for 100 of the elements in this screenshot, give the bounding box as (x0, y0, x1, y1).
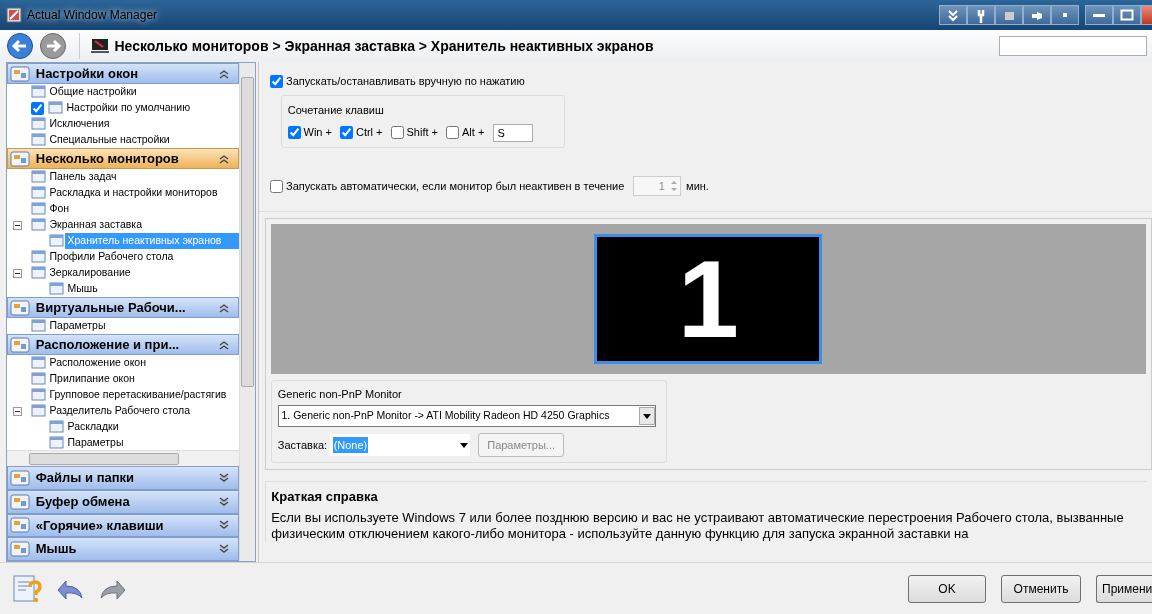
window-icon (30, 388, 47, 402)
monitor-dropdown[interactable]: 1. Generic non-PnP Monitor -> ATI Mobility Radeon HD 4250 Graphics (277, 405, 656, 428)
collapse-icon[interactable] (12, 268, 22, 278)
back-button[interactable] (5, 32, 34, 60)
group-legend: Generic non-PnP Monitor (277, 386, 661, 403)
tree-item[interactable]: Общие настройки (46, 84, 239, 100)
tree-item[interactable]: Раскладки (64, 419, 239, 435)
modifier-checkbox[interactable] (340, 126, 354, 139)
window-icon (47, 101, 64, 115)
window-icon (48, 420, 65, 434)
manual-checkbox[interactable] (270, 74, 284, 88)
dot-icon-button[interactable] (1051, 5, 1079, 25)
modifier-checkbox[interactable] (390, 126, 404, 139)
window-icon (30, 372, 47, 386)
tree-item[interactable]: Экранная заставка (46, 217, 239, 233)
modifier-checkbox[interactable] (287, 126, 301, 139)
group-header[interactable]: Несколько мониторов (6, 148, 239, 169)
tree-item[interactable]: Разделитель Рабочего стола (46, 403, 239, 419)
tree-item[interactable]: Групповое перетаскивание/растягив (46, 387, 239, 403)
group-title: Виртуальные Рабочи... (35, 298, 187, 317)
window-icon (48, 436, 65, 450)
tree-item[interactable]: Специальные настройки (46, 132, 239, 148)
group-header[interactable]: Буфер обмена (6, 489, 239, 514)
collapse-icon (218, 153, 229, 164)
group-header[interactable]: Настройки окон (6, 63, 239, 84)
maximize-button[interactable] (1112, 5, 1141, 25)
tree-item[interactable]: Параметры (46, 318, 239, 334)
vertical-scrollbar[interactable] (238, 63, 255, 561)
window-title: Actual Window Manager (27, 7, 158, 24)
minutes-spinner[interactable]: 1 (632, 176, 681, 196)
maximize-icon (1119, 9, 1134, 21)
checkbox-label: Alt + (462, 125, 485, 141)
group-title: Расположение и при... (35, 335, 181, 354)
collapse-icon (218, 68, 229, 79)
group-icon (10, 492, 31, 511)
window-icon (30, 186, 47, 200)
horizontal-scrollbar[interactable] (6, 450, 239, 467)
window-icon (30, 133, 47, 147)
tree-item[interactable]: Настройки по умолчанию (63, 100, 239, 116)
tree-item[interactable]: Расположение окон (46, 355, 239, 371)
window-icon (48, 234, 65, 248)
checkbox-label: Win + (303, 125, 332, 141)
group-legend: Сочетание клавиш (287, 101, 559, 118)
tree-item[interactable]: Панель задач (46, 169, 239, 185)
group-title: Файлы и папки (35, 469, 136, 488)
group-header[interactable]: Файлы и папки (6, 466, 239, 490)
search-field[interactable] (998, 36, 1147, 56)
checkbox-label: Ctrl + (355, 125, 383, 141)
checkbox-label: Запускать автоматически, если монитор был неактивен в течение (286, 178, 625, 194)
auto-checkbox[interactable] (270, 179, 284, 193)
modifier-checkbox[interactable] (446, 126, 460, 139)
monitor-tile[interactable]: 1 (594, 234, 823, 364)
tree-item[interactable]: Исключения (46, 116, 239, 132)
group-title: «Горячие» клавиши (35, 516, 165, 535)
collapse-icon[interactable] (12, 406, 22, 416)
expand-icon (218, 520, 229, 531)
group-title: Настройки окон (35, 64, 140, 83)
window-icon (30, 202, 47, 216)
group-header[interactable]: Мышь (6, 537, 239, 561)
collapse-icon (218, 302, 229, 313)
minimize-button[interactable] (1084, 5, 1113, 25)
group-icon (10, 149, 31, 168)
dialog-button[interactable]: Отменить (1001, 574, 1081, 603)
group-icon (10, 516, 31, 535)
group-icon (10, 540, 31, 559)
tree-item[interactable]: Раскладка и настройки мониторов (46, 185, 239, 201)
collapse-icon[interactable] (12, 220, 22, 230)
tree-item[interactable]: Профили Рабочего стола (46, 249, 239, 265)
breadcrumb: Несколько мониторов > Экранная заставка > Хранитель неактивных экранов (114, 36, 654, 56)
dialog-button[interactable]: OK (908, 574, 986, 603)
tree-item[interactable]: Параметры (64, 435, 239, 451)
window-icon (30, 404, 47, 418)
window-icon (30, 85, 47, 99)
tree-item[interactable]: Прилипание окон (46, 371, 239, 387)
item-checkbox[interactable] (30, 101, 44, 115)
expand-icon-button[interactable] (939, 5, 967, 25)
expand-icon (218, 496, 229, 507)
tree-item[interactable]: Фон (46, 201, 239, 217)
window-icon (30, 170, 47, 184)
help-text: Если вы используете Windows 7 или более позднюю версию и вас не устраивают автоматические перестроения Рабочего стола, вызванные физическим отключением какого-либо монитора - используйте данную функцию для запуска экранной заставки на (271, 509, 1125, 542)
checkbox-label: Shift + (406, 125, 439, 141)
forward-button[interactable] (39, 32, 67, 60)
group-title: Несколько мониторов (35, 149, 180, 168)
window-icon (30, 218, 47, 232)
group-header[interactable]: «Горячие» клавиши (6, 513, 239, 538)
wrench-icon-button[interactable] (967, 5, 995, 25)
key-field[interactable]: S (492, 123, 533, 142)
selected-value: (None) (332, 436, 369, 453)
group-header[interactable]: Расположение и при... (6, 334, 239, 355)
window-icon (30, 319, 47, 333)
spinner-value: 1 (657, 178, 666, 194)
tree-item[interactable]: Мышь (64, 281, 239, 297)
group-icon (10, 64, 31, 83)
tree-item[interactable]: Зеркалирование (46, 265, 239, 281)
group-title: Мышь (35, 540, 78, 559)
app-icon (5, 7, 22, 23)
expand-icon (218, 473, 229, 484)
group-header[interactable]: Виртуальные Рабочи... (6, 297, 239, 318)
field-label: Заставка: (277, 437, 328, 453)
dialog-button[interactable]: Примени (1096, 574, 1152, 603)
